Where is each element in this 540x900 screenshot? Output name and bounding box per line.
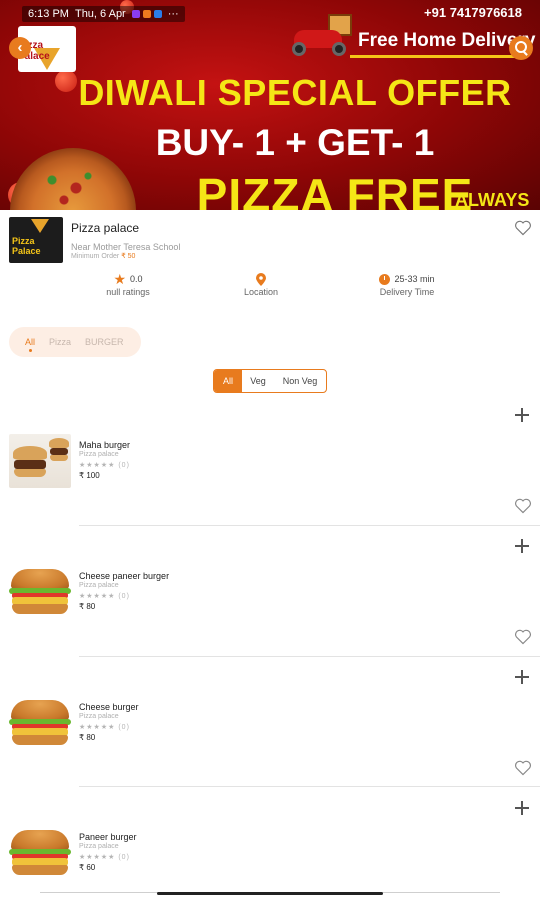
food-name[interactable]: Cheese paneer burger [79, 571, 169, 581]
food-image-cheese-paneer-burger [9, 565, 71, 619]
home-gesture-bar[interactable] [157, 892, 383, 895]
food-name[interactable]: Maha burger [79, 440, 130, 450]
chevron-left-icon: ‹ [17, 39, 23, 56]
phone-number: +91 7417976618 [424, 5, 522, 20]
delivery-time-value: 25-33 min [394, 274, 435, 284]
food-rating-stars: ★★★★★ (0) [79, 462, 130, 469]
restaurant-name: Pizza palace [71, 221, 140, 235]
food-image-maha-burger [9, 434, 71, 488]
category-tab-burger[interactable]: BURGER [85, 337, 124, 347]
food-name[interactable]: Paneer burger [79, 832, 137, 842]
location-pin-icon [256, 272, 266, 286]
minimum-order-value: ₹ 50 [121, 253, 136, 260]
status-more: ··· [167, 8, 179, 20]
location-label: Location [243, 287, 279, 297]
divider [79, 656, 540, 657]
food-price: ₹ 80 [79, 733, 96, 742]
food-rating-stars: ★★★★★ (0) [79, 724, 130, 731]
veg-filter: All Veg Non Veg [213, 369, 327, 393]
delivery-time-stat: 25-33 min Delivery Time [357, 272, 457, 297]
favorite-restaurant-heart-icon[interactable] [514, 220, 532, 236]
offer-title: DIWALI SPECIAL OFFER [78, 72, 512, 113]
food-image-cheese-burger [9, 696, 71, 750]
offer-always: ALWAYS [455, 190, 530, 210]
location-stat[interactable]: Location [211, 272, 311, 297]
food-rating-stars: ★★★★★ (0) [79, 854, 130, 861]
status-date: Thu, 6 Apr [74, 8, 126, 20]
category-tab-pizza[interactable]: Pizza [49, 337, 71, 347]
divider [79, 786, 540, 787]
food-name[interactable]: Cheese burger [79, 702, 139, 712]
restaurant-logo: Pizza Palace [9, 217, 63, 263]
restaurant-address: Near Mother Teresa School [71, 242, 181, 252]
delivery-time-label: Delivery Time [379, 287, 435, 297]
add-item-button[interactable] [514, 538, 530, 554]
back-button[interactable]: ‹ [9, 37, 31, 59]
filter-veg[interactable]: Veg [242, 370, 274, 392]
minimum-order: Minimum Order ₹ 50 [71, 252, 135, 260]
restaurant-logo-text: Pizza Palace [12, 236, 41, 256]
rating-value: 0.0 [130, 274, 143, 284]
favorite-heart-icon[interactable] [514, 760, 532, 776]
offer-subtitle: BUY- 1 + GET- 1 [155, 122, 435, 163]
filter-all[interactable]: All [214, 370, 242, 392]
divider [79, 525, 540, 526]
rating-stat: ★ 0.0 null ratings [78, 272, 178, 297]
food-restaurant: Pizza palace [79, 582, 119, 589]
notification-icons [131, 10, 162, 18]
add-item-button[interactable] [514, 407, 530, 423]
star-icon: ★ [113, 271, 127, 287]
search-button[interactable] [509, 36, 533, 60]
promo-banner: 6:13 PM Thu, 6 Apr ··· +91 7417976618 Pi… [0, 0, 540, 210]
food-restaurant: Pizza palace [79, 713, 119, 720]
food-image-paneer-burger [9, 826, 71, 880]
food-restaurant: Pizza palace [79, 451, 119, 458]
food-price: ₹ 100 [79, 471, 100, 480]
minimum-order-label: Minimum Order [71, 253, 120, 260]
food-restaurant: Pizza palace [79, 843, 119, 850]
underline-decoration [350, 55, 520, 58]
add-item-button[interactable] [514, 669, 530, 685]
status-bar: 6:13 PM Thu, 6 Apr ··· [22, 6, 185, 22]
food-rating-stars: ★★★★★ (0) [79, 593, 130, 600]
favorite-heart-icon[interactable] [514, 629, 532, 645]
category-tabs: All Pizza BURGER [9, 327, 141, 357]
favorite-heart-icon[interactable] [514, 498, 532, 514]
food-price: ₹ 60 [79, 863, 96, 872]
clock-icon [379, 273, 391, 285]
add-item-button[interactable] [514, 800, 530, 816]
rating-label: null ratings [106, 287, 150, 297]
category-tab-all[interactable]: All [25, 337, 35, 352]
delivery-scooter-icon [288, 12, 358, 56]
food-price: ₹ 80 [79, 602, 96, 611]
filter-non-veg[interactable]: Non Veg [274, 370, 326, 392]
status-time: 6:13 PM [28, 8, 69, 20]
